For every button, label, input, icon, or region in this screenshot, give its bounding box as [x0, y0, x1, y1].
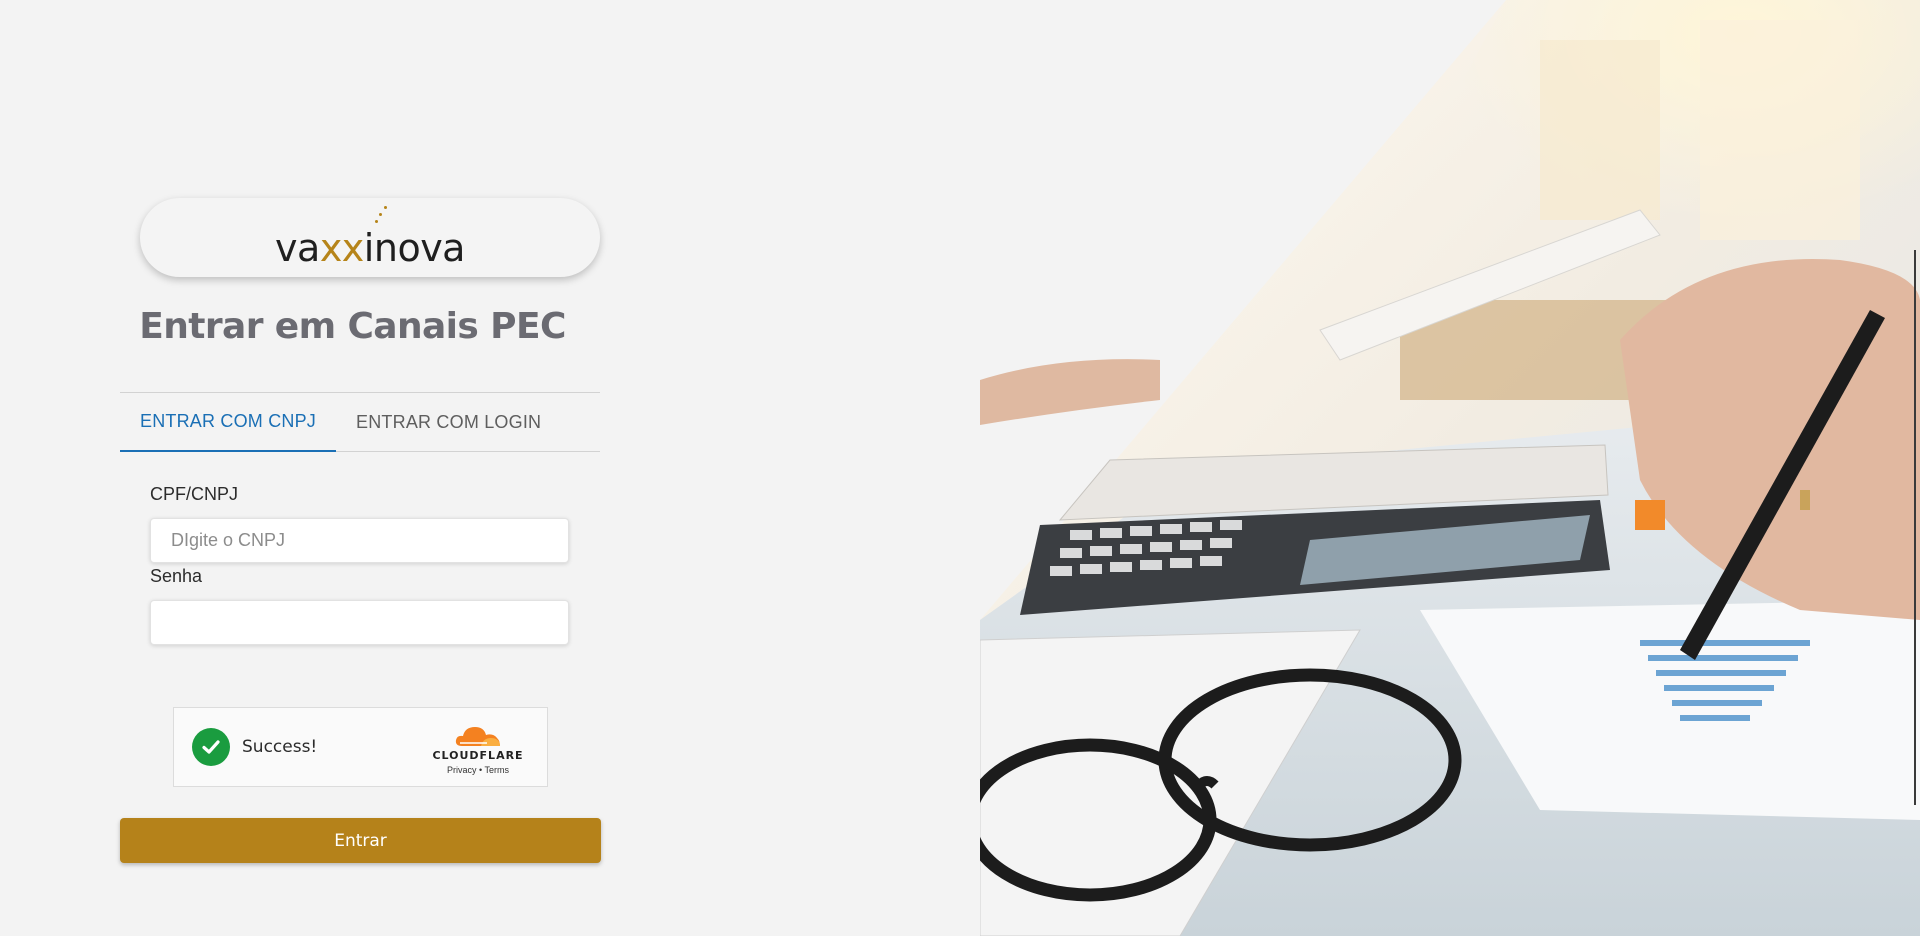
password-label: Senha	[150, 566, 203, 586]
cloudflare-wordmark: CLOUDFLARE	[432, 749, 524, 762]
logo-suffix: inova	[363, 225, 466, 270]
vaxxinova-logo: vaxxinova	[275, 205, 466, 270]
terms-link[interactable]: Terms	[485, 765, 510, 775]
cloudflare-logo: CLOUDFLARE Privacy • Terms	[429, 724, 527, 775]
hero-image	[980, 0, 1920, 936]
login-tabs: ENTRAR COM CNPJ ENTRAR COM LOGIN	[120, 393, 600, 452]
captcha-status: Success!	[242, 737, 318, 757]
cloudflare-cloud-icon	[455, 727, 500, 746]
tab-login[interactable]: ENTRAR COM LOGIN	[336, 393, 561, 452]
privacy-link[interactable]: Privacy	[447, 765, 477, 775]
captcha-links: Privacy • Terms	[429, 765, 527, 775]
cloudflare-turnstile[interactable]: Success! CLOUDFLARE Privacy • Terms	[173, 707, 548, 787]
logo-prefix: va	[275, 225, 320, 270]
entrar-button[interactable]: Entrar	[120, 818, 601, 863]
check-circle-icon	[192, 728, 230, 766]
tab-cnpj[interactable]: ENTRAR COM CNPJ	[120, 393, 337, 452]
scrollbar[interactable]	[1914, 250, 1916, 805]
cnpj-input[interactable]	[150, 518, 569, 563]
login-panel: vaxxinova Entrar em Canais PEC ENTRAR CO…	[0, 0, 980, 936]
password-input[interactable]	[150, 600, 569, 645]
page-title: Entrar em Canais PEC	[139, 306, 566, 347]
logo-x: xx	[319, 225, 364, 270]
cnpj-label: CPF/CNPJ	[150, 484, 239, 504]
office-desk-photo	[980, 0, 1920, 936]
link-separator: •	[479, 765, 483, 775]
logo-card: vaxxinova	[140, 198, 600, 277]
